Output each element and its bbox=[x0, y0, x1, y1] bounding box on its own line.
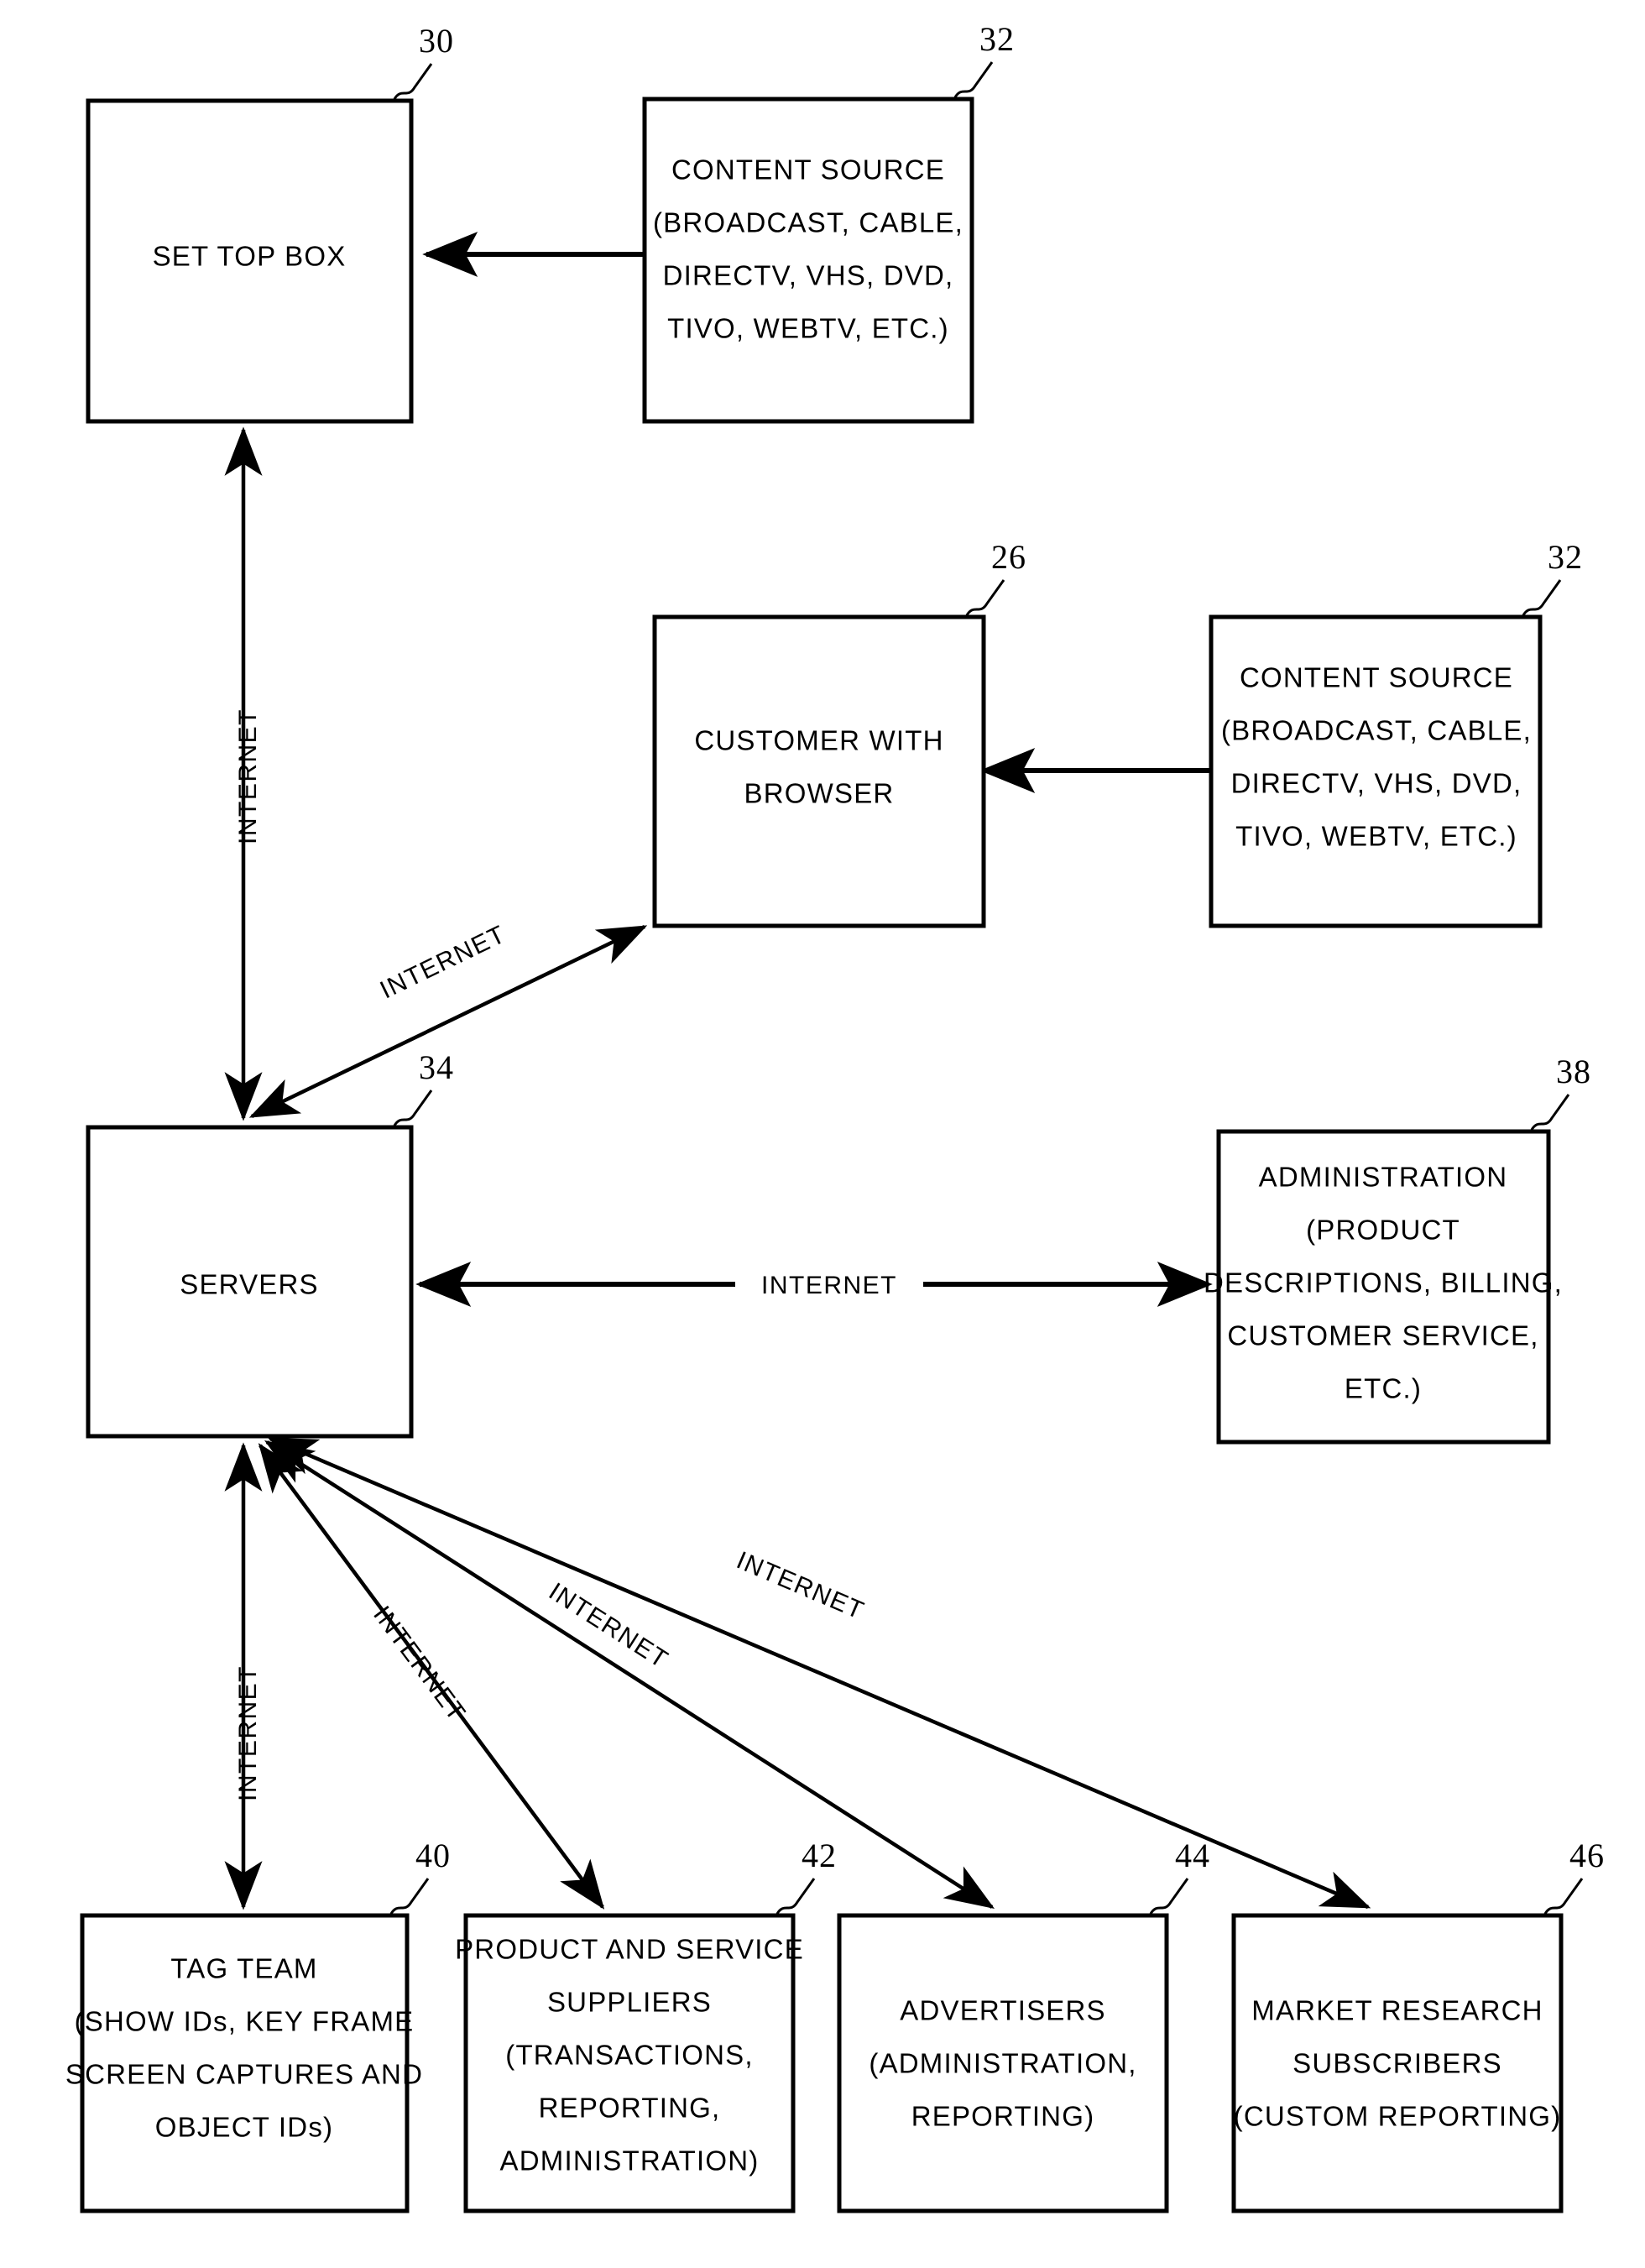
node-label-content-source-mid-line1: CONTENT SOURCE bbox=[1240, 662, 1513, 693]
node-set-top-box[interactable]: SET TOP BOX 30 bbox=[86, 22, 454, 424]
ref-number-38: 38 bbox=[1556, 1053, 1591, 1090]
node-customer-with-browser[interactable]: CUSTOMER WITH BROWSER 26 bbox=[652, 538, 1026, 928]
node-label-market-research-line2: SUBSCRIBERS bbox=[1292, 2048, 1502, 2079]
node-label-customer-line1: CUSTOMER WITH bbox=[694, 725, 943, 756]
node-label-content-source-top-line4: TIVO, WEBTV, ETC.) bbox=[667, 313, 949, 344]
ref-number-26: 26 bbox=[991, 538, 1026, 576]
node-label-servers: SERVERS bbox=[180, 1269, 319, 1300]
edge-servers-to-administration: INTERNET bbox=[415, 1262, 1213, 1307]
ref-number-42: 42 bbox=[802, 1837, 837, 1874]
edge-label-internet-customer-servers: INTERNET bbox=[376, 920, 510, 1004]
node-market-research-subscribers[interactable]: MARKET RESEARCH SUBSCRIBERS (CUSTOM REPO… bbox=[1231, 1837, 1605, 2213]
patent-figure: INTERNET INTERNET INTERNET INTERNET INTE… bbox=[0, 0, 1645, 2268]
node-label-content-source-mid-line2: (BROADCAST, CABLE, bbox=[1221, 715, 1532, 746]
node-label-administration-line4: CUSTOMER SERVICE, bbox=[1227, 1320, 1538, 1351]
block-diagram-canvas: INTERNET INTERNET INTERNET INTERNET INTE… bbox=[65, 20, 1605, 2213]
node-label-tag-team-line1: TAG TEAM bbox=[170, 1953, 317, 1984]
edge-servers-to-tag-team: INTERNET bbox=[224, 1442, 263, 1910]
edge-label-internet-servers-suppliers: INTERNET bbox=[368, 1601, 471, 1727]
ref-number-30: 30 bbox=[419, 22, 454, 60]
node-advertisers[interactable]: ADVERTISERS (ADMINISTRATION, REPORTING) … bbox=[837, 1837, 1210, 2213]
node-label-tag-team-line4: OBJECT IDs) bbox=[155, 2112, 333, 2143]
node-label-suppliers-line4: REPORTING, bbox=[539, 2093, 721, 2124]
edge-servers-to-advertisers: INTERNET bbox=[264, 1440, 995, 1909]
node-label-content-source-top-line3: DIRECTV, VHS, DVD, bbox=[663, 260, 954, 291]
node-label-content-source-top-line1: CONTENT SOURCE bbox=[671, 154, 945, 186]
ref-number-32-middle: 32 bbox=[1548, 538, 1583, 576]
node-label-content-source-mid-line4: TIVO, WEBTV, ETC.) bbox=[1235, 821, 1517, 852]
node-label-market-research-line3: (CUSTOM REPORTING) bbox=[1234, 2101, 1562, 2132]
node-label-set-top-box: SET TOP BOX bbox=[153, 241, 347, 272]
node-label-administration-line3: DESCRIPTIONS, BILLING, bbox=[1204, 1267, 1563, 1299]
node-tag-team[interactable]: TAG TEAM (SHOW IDs, KEY FRAME SCREEN CAP… bbox=[65, 1837, 451, 2213]
node-label-administration-line2: (PRODUCT bbox=[1306, 1215, 1460, 1246]
edge-label-internet-servers-tagteam: INTERNET bbox=[234, 1665, 262, 1801]
node-label-administration-line5: ETC.) bbox=[1345, 1373, 1422, 1404]
ref-number-32-top: 32 bbox=[979, 20, 1015, 58]
ref-number-40: 40 bbox=[415, 1837, 451, 1874]
node-label-tag-team-line3: SCREEN CAPTURES AND bbox=[65, 2059, 423, 2090]
ref-number-46: 46 bbox=[1569, 1837, 1605, 1874]
edge-label-internet-stb-servers: INTERNET bbox=[234, 708, 262, 844]
node-content-source-middle[interactable]: CONTENT SOURCE (BROADCAST, CABLE, DIRECT… bbox=[1209, 538, 1583, 928]
edge-label-internet-servers-admin: INTERNET bbox=[761, 1272, 897, 1299]
node-label-suppliers-line2: SUPPLIERS bbox=[547, 1987, 712, 2018]
edge-customer-to-servers: INTERNET bbox=[248, 920, 648, 1119]
node-label-content-source-mid-line3: DIRECTV, VHS, DVD, bbox=[1231, 768, 1522, 799]
node-content-source-top[interactable]: CONTENT SOURCE (BROADCAST, CABLE, DIRECT… bbox=[642, 20, 1015, 424]
node-label-customer-line2: BROWSER bbox=[744, 778, 895, 809]
node-label-advertisers-line2: (ADMINISTRATION, bbox=[869, 2048, 1136, 2079]
node-label-tag-team-line2: (SHOW IDs, KEY FRAME bbox=[75, 2006, 415, 2037]
edge-set-top-box-to-servers: INTERNET bbox=[224, 426, 263, 1121]
ref-number-44: 44 bbox=[1175, 1837, 1210, 1874]
node-label-administration-line1: ADMINISTRATION bbox=[1259, 1162, 1508, 1193]
ref-number-34: 34 bbox=[419, 1048, 454, 1086]
node-label-market-research-line1: MARKET RESEARCH bbox=[1251, 1995, 1543, 2026]
node-label-suppliers-line3: (TRANSACTIONS, bbox=[505, 2040, 753, 2071]
edge-label-internet-servers-market-research: INTERNET bbox=[733, 1546, 869, 1625]
node-label-advertisers-line1: ADVERTISERS bbox=[900, 1995, 1106, 2026]
node-label-content-source-top-line2: (BROADCAST, CABLE, bbox=[653, 207, 964, 238]
node-administration[interactable]: ADMINISTRATION (PRODUCT DESCRIPTIONS, BI… bbox=[1204, 1053, 1591, 1445]
node-label-advertisers-line3: REPORTING) bbox=[911, 2101, 1095, 2132]
node-product-and-service-suppliers[interactable]: PRODUCT AND SERVICE SUPPLIERS (TRANSACTI… bbox=[455, 1837, 837, 2213]
node-label-suppliers-line5: ADMINISTRATION) bbox=[500, 2145, 760, 2177]
node-label-suppliers-line1: PRODUCT AND SERVICE bbox=[455, 1934, 804, 1965]
